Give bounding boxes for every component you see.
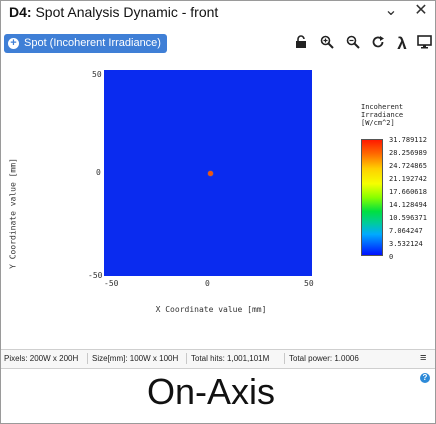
status-pixels: Pixels: 200W x 200H	[4, 354, 79, 363]
colorbar-tick-label: 0	[389, 253, 394, 261]
x-tick-label: 0	[205, 279, 210, 288]
status-total-hits: Total hits: 1,001,101M	[191, 354, 270, 363]
y-tick-label: 50	[92, 70, 102, 79]
irradiance-spot	[207, 170, 213, 176]
y-tick-label: 0	[96, 168, 101, 177]
spot-button-label: Spot (Incoherent Irradiance)	[24, 37, 161, 49]
colorbar-tick-label: 14.128494	[389, 201, 427, 209]
toolbar: + Spot (Incoherent Irradiance) λ	[1, 31, 435, 59]
lock-icon[interactable]	[290, 34, 312, 54]
spot-analysis-window: D4: Spot Analysis Dynamic - front ⌄ ✕ + …	[0, 0, 436, 424]
colorbar-title-line: Incoherent	[361, 103, 404, 111]
status-divider	[284, 353, 285, 364]
x-axis-label: X Coordinate value [mm]	[155, 305, 267, 314]
status-size: Size[mm]: 100W x 100H	[92, 354, 179, 363]
status-divider	[186, 353, 187, 364]
y-axis-label: Y Coordinate value [mm]	[8, 158, 18, 269]
caption-text: On-Axis	[146, 371, 276, 412]
x-tick-label: -50	[104, 279, 119, 288]
colorbar-title-line: [W/cm^2]	[361, 119, 395, 127]
colorbar-title: Incoherent Irradiance [W/cm^2]	[361, 103, 403, 127]
window-title-prefix: D4:	[9, 4, 32, 20]
zoom-in-icon[interactable]	[316, 34, 338, 54]
lambda-icon[interactable]: λ	[391, 34, 413, 54]
colorbar-tick-label: 10.596371	[389, 214, 427, 222]
colorbar-title-line: Irradiance	[361, 111, 404, 119]
pin-icon[interactable]: ⌄	[376, 1, 406, 23]
irradiance-heatmap[interactable]	[104, 70, 312, 276]
x-tick-label: 50	[304, 279, 314, 288]
colorbar-tick-label: 24.724865	[389, 162, 427, 170]
colorbar	[361, 139, 383, 256]
hamburger-menu-icon[interactable]: ≡	[420, 352, 426, 364]
add-icon: +	[8, 38, 19, 49]
close-icon[interactable]: ✕	[406, 1, 436, 23]
status-divider	[87, 353, 88, 364]
title-bar: D4: Spot Analysis Dynamic - front ⌄ ✕	[1, 1, 435, 25]
window-title-text: Spot Analysis Dynamic - front	[31, 4, 219, 20]
colorbar-tick-label: 31.789112	[389, 136, 427, 144]
status-bar: Pixels: 200W x 200H Size[mm]: 100W x 100…	[1, 349, 435, 369]
plot-area: Y Coordinate value [mm] 50 0 -50 -50 0 5…	[1, 59, 435, 347]
colorbar-tick-label: 17.660618	[389, 188, 427, 196]
y-tick-label: -50	[88, 271, 103, 280]
colorbar-tick-label: 3.532124	[389, 240, 423, 248]
colorbar-tick-label: 7.064247	[389, 227, 423, 235]
window-title: D4: Spot Analysis Dynamic - front	[9, 4, 218, 20]
spot-type-button[interactable]: + Spot (Incoherent Irradiance)	[4, 34, 167, 53]
zoom-out-icon[interactable]	[342, 34, 364, 54]
refresh-icon[interactable]	[367, 34, 389, 54]
help-icon[interactable]: ?	[420, 373, 430, 383]
monitor-icon[interactable]	[413, 34, 435, 54]
colorbar-tick-label: 21.192742	[389, 175, 427, 183]
colorbar-tick-label: 28.256989	[389, 149, 427, 157]
status-total-power: Total power: 1.0006	[289, 354, 359, 363]
